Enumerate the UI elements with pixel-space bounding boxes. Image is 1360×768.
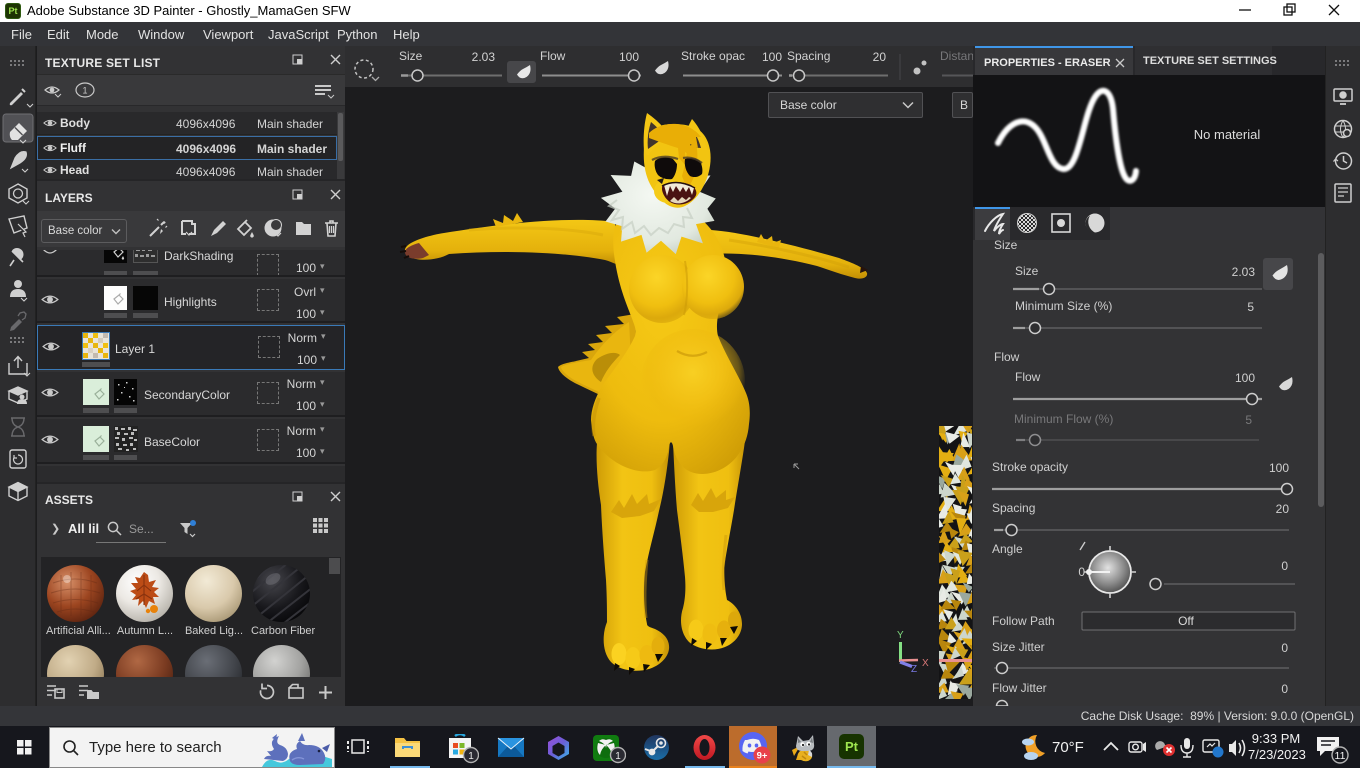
svg-text:Minimum Size (%): Minimum Size (%) xyxy=(1015,299,1112,313)
svg-text:Distan: Distan xyxy=(940,49,973,63)
svg-text:2.03: 2.03 xyxy=(472,50,496,64)
svg-text:5: 5 xyxy=(1247,300,1254,314)
svg-text:100: 100 xyxy=(619,50,639,64)
svg-text:Flow: Flow xyxy=(1015,370,1041,384)
svg-text:Off: Off xyxy=(1178,614,1194,628)
svg-text:1: 1 xyxy=(82,86,87,96)
svg-text:Size: Size xyxy=(1015,264,1039,278)
svg-text:Spacing: Spacing xyxy=(992,501,1035,515)
svg-text:Z: Z xyxy=(911,664,917,675)
svg-text:Angle: Angle xyxy=(992,542,1023,556)
svg-text:20: 20 xyxy=(873,50,887,64)
svg-text:2.03: 2.03 xyxy=(1232,265,1256,279)
svg-text:Minimum Flow (%): Minimum Flow (%) xyxy=(1014,412,1113,426)
svg-text:X: X xyxy=(922,658,929,669)
svg-text:Follow Path: Follow Path xyxy=(992,614,1055,628)
svg-text:Stroke opac: Stroke opac xyxy=(681,49,745,63)
svg-text:0: 0 xyxy=(1281,641,1288,655)
svg-text:Stroke opacity: Stroke opacity xyxy=(992,460,1068,474)
svg-text:20: 20 xyxy=(1276,502,1290,516)
svg-text:Flow: Flow xyxy=(540,49,566,63)
svg-text:0: 0 xyxy=(1281,559,1288,573)
svg-text:11: 11 xyxy=(1335,750,1346,762)
svg-text:No material: No material xyxy=(1194,127,1261,142)
svg-text:Y: Y xyxy=(897,630,904,641)
svg-text:1: 1 xyxy=(615,751,621,762)
svg-text:100: 100 xyxy=(762,50,782,64)
svg-text:Flow: Flow xyxy=(994,350,1020,364)
svg-text:5: 5 xyxy=(1245,413,1252,427)
svg-text:100: 100 xyxy=(1235,371,1255,385)
svg-text:Size: Size xyxy=(399,49,423,63)
svg-text:Spacing: Spacing xyxy=(787,49,830,63)
svg-text:Size Jitter: Size Jitter xyxy=(992,640,1045,654)
svg-text:100: 100 xyxy=(1269,461,1289,475)
svg-text:Size: Size xyxy=(994,240,1018,252)
svg-text:9+: 9+ xyxy=(757,751,768,762)
svg-text:0: 0 xyxy=(1281,682,1288,696)
svg-text:0: 0 xyxy=(1078,565,1085,579)
svg-text:1: 1 xyxy=(468,751,474,762)
svg-text:Flow Jitter: Flow Jitter xyxy=(992,681,1047,695)
